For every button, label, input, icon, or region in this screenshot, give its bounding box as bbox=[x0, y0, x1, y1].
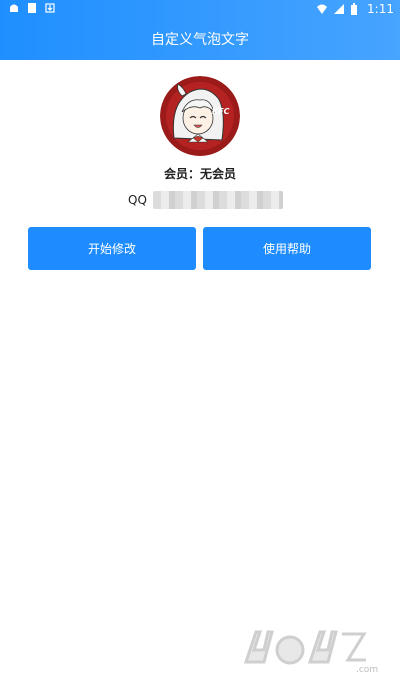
page-title: 自定义气泡文字 bbox=[151, 32, 249, 48]
kfc-logo-text: KFC bbox=[212, 107, 230, 116]
watermark-logo: .com bbox=[238, 622, 388, 682]
qq-label: QQ bbox=[128, 193, 147, 207]
wifi-icon bbox=[316, 3, 328, 15]
battery-icon bbox=[350, 3, 362, 15]
member-status: 会员：无会员 bbox=[163, 167, 236, 181]
help-button[interactable]: 使用帮助 bbox=[203, 227, 371, 270]
start-edit-button[interactable]: 开始修改 bbox=[28, 227, 196, 270]
svg-text:.com: .com bbox=[356, 665, 378, 675]
signal-icon bbox=[333, 3, 345, 15]
download-icon bbox=[44, 2, 56, 14]
notification-icon bbox=[8, 2, 20, 14]
sim-card-icon bbox=[26, 2, 38, 14]
status-time: 1:11 bbox=[367, 2, 394, 16]
avatar[interactable]: KFC bbox=[160, 76, 240, 156]
qq-row: QQ bbox=[128, 191, 283, 209]
status-bar: 1:11 bbox=[0, 0, 400, 18]
qq-number-blurred bbox=[152, 191, 283, 209]
